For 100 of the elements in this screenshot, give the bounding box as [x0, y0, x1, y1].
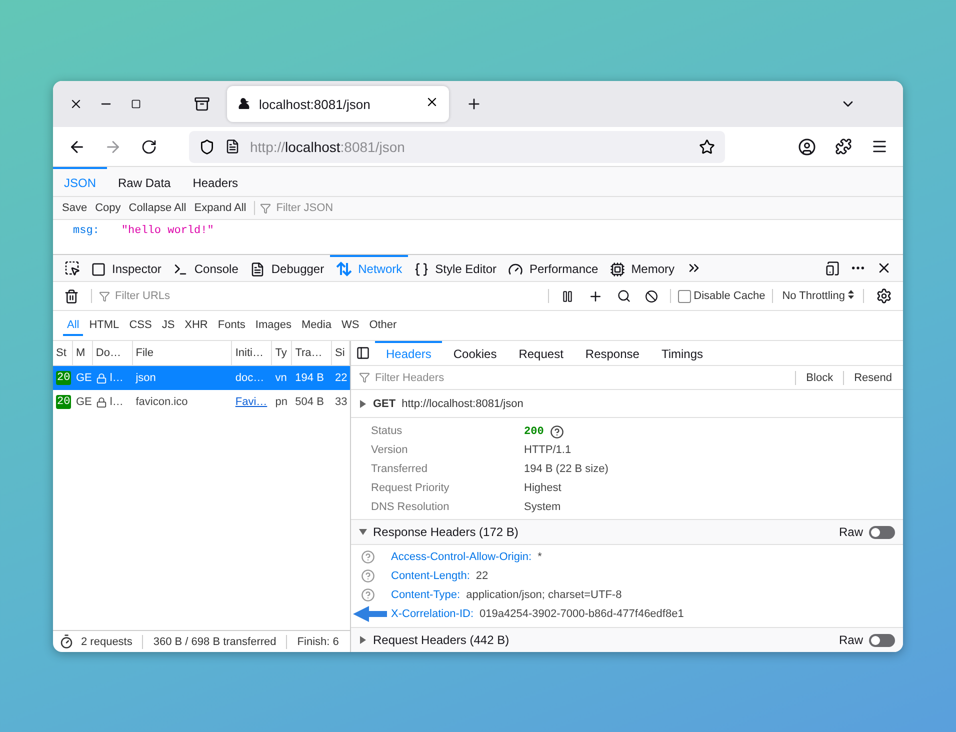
viewer-tab[interactable]: Headers [182, 167, 250, 196]
column-header[interactable]: Tra… [292, 341, 332, 365]
header-value: 019a4254-3902-7000-b86d-477f46edf8e1 [480, 608, 684, 620]
column-header[interactable]: Do… [92, 341, 133, 365]
type-filter[interactable]: Media [297, 316, 336, 336]
table-cell: 33 [335, 396, 348, 408]
header-name: Content-Length: [391, 570, 470, 582]
filter-icon [260, 202, 272, 214]
caret-icon[interactable] [359, 400, 367, 408]
url-text: http://localhost:8081/json [250, 138, 406, 154]
lock-icon [96, 396, 107, 408]
devtools-tab[interactable]: Console [167, 255, 244, 281]
type-filter[interactable]: Fonts [214, 316, 250, 336]
section-header[interactable]: Response Headers (172 B) Raw [351, 520, 903, 545]
raw-label: Raw [838, 633, 863, 647]
address-bar[interactable]: http://localhost:8081/json [189, 130, 725, 162]
detail-tab[interactable]: Headers [375, 341, 442, 365]
table-cell: GE [76, 396, 92, 408]
braces-icon [414, 262, 430, 276]
status-badge: 20 [56, 371, 72, 385]
filter-field[interactable]: Filter Headers [373, 370, 519, 384]
type-filter[interactable]: HTML [85, 316, 124, 336]
table-cell: pn [275, 396, 288, 408]
type-filter[interactable]: All [63, 316, 84, 336]
shield-icon [199, 138, 215, 154]
toolbar-button[interactable]: Copy [92, 202, 124, 214]
devtools-tab[interactable]: Inspector [85, 255, 168, 281]
table-cell: 194 B [295, 372, 324, 384]
table-cell: doc… [235, 372, 264, 384]
table-cell: favicon.ico [136, 396, 188, 408]
request-row[interactable]: 20 GE l… json doc… vn 194 B 22 [53, 366, 350, 390]
toolbar-button[interactable]: Expand All [191, 202, 250, 214]
filter-field[interactable]: Filter URLs [113, 289, 259, 303]
action-button[interactable]: Resend [851, 372, 895, 384]
tab-title: localhost:8081/json [259, 96, 372, 112]
checkbox[interactable] [678, 290, 691, 302]
column-header[interactable]: St [53, 341, 73, 365]
summary-label: Status [371, 424, 404, 439]
type-filter[interactable]: CSS [125, 316, 156, 336]
type-filter[interactable]: WS [337, 316, 364, 336]
type-filter[interactable]: JS [158, 316, 179, 336]
raw-label: Raw [838, 525, 863, 539]
star-icon[interactable] [699, 138, 715, 154]
type-filter[interactable]: Other [365, 316, 401, 336]
header-name: Content-Type: [391, 588, 460, 600]
initiator-link[interactable]: Favi… [235, 396, 268, 408]
section-header[interactable]: Request Headers (442 B) Raw [351, 627, 903, 652]
chip-icon [610, 262, 626, 276]
throttling-select[interactable]: No Throttling [780, 290, 856, 302]
table-cell: 504 B [295, 396, 324, 408]
json-value: "hello world!" [121, 225, 214, 239]
header-value: application/json; charset=UTF-8 [466, 588, 622, 600]
column-header[interactable]: Ty [272, 341, 292, 365]
column-header[interactable]: Initi… [232, 341, 272, 365]
summary-label: DNS Resolution [371, 500, 450, 515]
summary-value: System [524, 500, 562, 515]
table-cell: vn [275, 372, 287, 384]
viewer-tab[interactable]: Raw Data [107, 167, 182, 196]
help-icon[interactable] [550, 424, 564, 438]
column-header[interactable]: Si [332, 341, 350, 365]
square-icon [91, 262, 106, 276]
devtools-tab[interactable]: Memory [604, 255, 681, 281]
type-filter[interactable]: Images [251, 316, 296, 336]
terminal-icon [173, 262, 188, 276]
caret-icon[interactable] [359, 528, 367, 536]
gauge-icon [508, 262, 524, 276]
summary-label: Version [371, 443, 409, 458]
table-cell: l… [110, 372, 124, 384]
toolbar-button[interactable]: Collapse All [126, 202, 190, 214]
action-button[interactable]: Block [803, 372, 836, 384]
column-header[interactable]: M [72, 341, 93, 365]
raw-toggle[interactable] [869, 526, 895, 538]
detail-tab[interactable]: Cookies [442, 341, 508, 365]
pointer-arrow-icon [353, 604, 387, 622]
status-text: Finish: 6 [297, 636, 339, 648]
caret-icon[interactable] [359, 636, 367, 644]
summary-value: Highest [524, 481, 562, 496]
up-down-arrows-icon [336, 261, 352, 277]
section-title: Response Headers (172 B) [373, 525, 518, 539]
detail-tab[interactable]: Request [508, 341, 574, 365]
header-name: X-Correlation-ID: [391, 608, 474, 620]
status-text: 2 requests [81, 636, 132, 648]
devtools-tab[interactable]: Debugger [244, 255, 330, 281]
raw-toggle[interactable] [869, 634, 895, 646]
detail-tab[interactable]: Timings [650, 341, 714, 365]
column-header[interactable]: File [132, 341, 232, 365]
request-row[interactable]: 20 GE l… favicon.ico Favi… pn 504 B 33 [53, 390, 350, 414]
up-down-caret-icon [848, 290, 854, 299]
devtools-tab[interactable]: Style Editor [408, 255, 502, 281]
detail-tab[interactable]: Response [574, 341, 650, 365]
devtools-tab[interactable]: Performance [502, 255, 604, 281]
request-url: http://localhost:8081/json [402, 398, 524, 410]
browser-tab[interactable]: localhost:8081/json [227, 86, 449, 122]
filter-field[interactable]: Filter JSON [274, 201, 420, 215]
type-filter[interactable]: XHR [180, 316, 212, 336]
table-cell: 22 [335, 372, 348, 384]
toolbar-button[interactable]: Save [59, 202, 90, 214]
header-value: 22 [476, 570, 488, 582]
status-badge: 20 [56, 395, 72, 409]
stopwatch-icon[interactable] [59, 634, 74, 649]
